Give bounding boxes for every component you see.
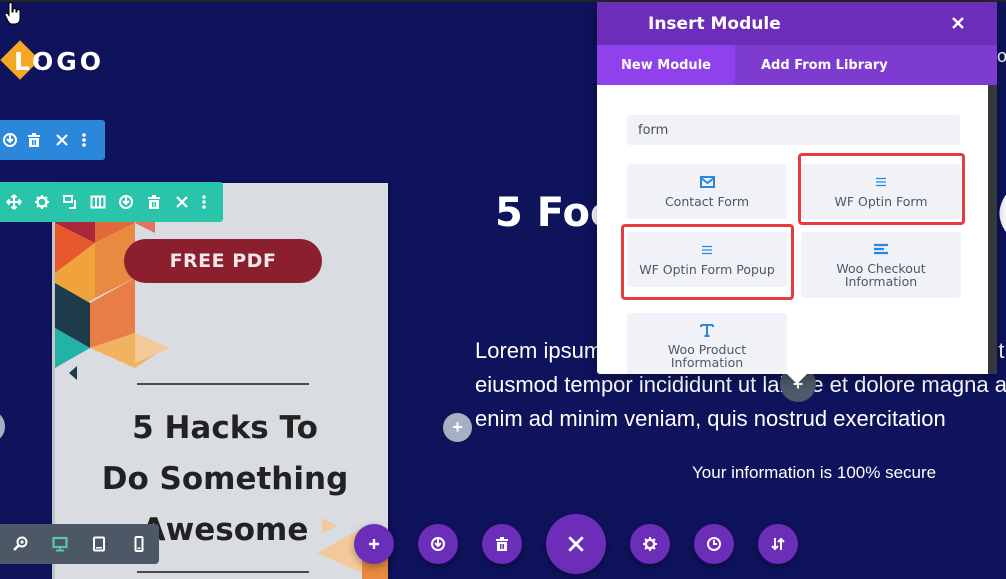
portability-button[interactable] [758, 524, 798, 564]
gear-icon[interactable] [28, 182, 56, 222]
envelope-icon [699, 175, 715, 189]
insert-module-dialog: Insert Module New Module Add From Librar… [597, 2, 997, 374]
desktop-icon[interactable] [40, 524, 80, 564]
dialog-pointer [783, 370, 811, 384]
module-label: Information [670, 355, 744, 370]
module-label: Information [844, 274, 918, 289]
trash-icon[interactable] [140, 182, 168, 222]
tab-add-from-library[interactable]: Add From Library [735, 45, 888, 85]
menu-lines-icon [701, 243, 713, 257]
save-icon[interactable] [112, 182, 140, 222]
zoom-icon[interactable] [0, 524, 40, 564]
save-icon[interactable] [0, 120, 20, 160]
cover-divider [137, 571, 309, 573]
ebook-cover-image[interactable]: FREE PDF 5 Hacks To Do Something Awesome [52, 183, 388, 579]
page-settings-button[interactable] [630, 524, 670, 564]
body-line: enim ad minim veniam, quis nostrud exerc… [475, 406, 946, 431]
dialog-tabs: New Module Add From Library [597, 45, 997, 85]
menu-lines-icon [875, 175, 887, 189]
close-icon[interactable] [48, 120, 76, 160]
close-icon [568, 536, 584, 552]
tab-new-module[interactable]: New Module [597, 45, 735, 85]
module-contact-form[interactable]: Contact Form [627, 164, 787, 219]
align-icon [873, 242, 889, 256]
section-heading-tail: ( [996, 190, 1006, 236]
hand-cursor-icon [4, 2, 21, 25]
secure-note: Your information is 100% secure [692, 463, 937, 482]
module-label: Contact Form [664, 194, 750, 209]
save-to-library-button[interactable] [418, 524, 458, 564]
duplicate-icon[interactable] [56, 182, 84, 222]
module-toolbar [0, 182, 223, 222]
free-pdf-badge: FREE PDF [124, 239, 322, 283]
module-search-input[interactable] [627, 115, 960, 145]
book-title-line: 5 Hacks To [132, 410, 318, 446]
add-section-button[interactable] [354, 524, 394, 564]
trash-icon[interactable] [20, 120, 48, 160]
close-dialog-button[interactable] [945, 10, 971, 36]
module-wf-optin-form-popup[interactable]: WF Optin Form Popup [627, 232, 787, 287]
dialog-header: Insert Module [597, 2, 997, 45]
close-icon[interactable] [168, 182, 196, 222]
history-icon [707, 537, 721, 551]
module-woo-checkout-information[interactable]: Woo Checkout Information [801, 232, 961, 298]
sort-arrows-icon [771, 537, 785, 551]
phone-icon[interactable] [119, 524, 159, 564]
gear-icon [643, 537, 657, 551]
tablet-icon[interactable] [80, 524, 120, 564]
more-icon[interactable] [196, 182, 212, 222]
row-toolbar [0, 120, 105, 160]
view-mode-bar [0, 524, 159, 564]
columns-icon[interactable] [84, 182, 112, 222]
history-button[interactable] [694, 524, 734, 564]
site-logo[interactable]: LOGO [0, 40, 105, 82]
clear-layout-button[interactable] [482, 524, 522, 564]
trash-icon [496, 537, 508, 551]
cover-divider [137, 383, 309, 385]
module-wf-optin-form[interactable]: WF Optin Form [801, 164, 961, 219]
add-module-button[interactable]: + [443, 413, 472, 442]
close-icon [952, 17, 964, 29]
module-label: WF Optin Form Popup [639, 262, 775, 277]
book-title-line: Do Something [101, 461, 349, 497]
dialog-title: Insert Module [648, 13, 781, 34]
logo-text: LOGO [14, 46, 105, 76]
module-woo-product-information[interactable]: Woo Product Information [627, 313, 787, 374]
move-icon[interactable] [0, 182, 28, 222]
text-icon [700, 323, 714, 337]
save-icon [431, 537, 445, 551]
exit-builder-button[interactable] [546, 514, 606, 574]
plus-icon [369, 539, 379, 549]
module-label: WF Optin Form [834, 194, 928, 209]
add-row-button[interactable] [0, 413, 5, 440]
dialog-scrollbar[interactable] [988, 85, 997, 374]
more-icon[interactable] [76, 120, 92, 160]
